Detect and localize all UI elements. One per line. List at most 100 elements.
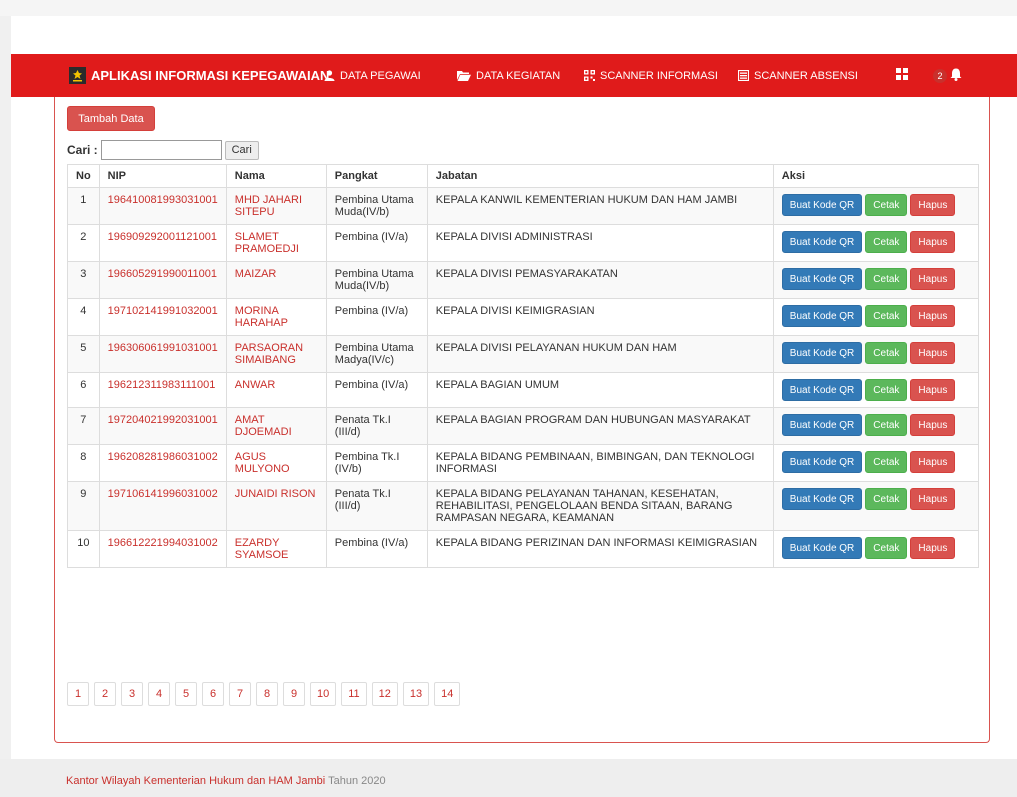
- header-no: No: [67, 164, 100, 188]
- cell-nip: 196212311983111001: [98, 372, 227, 408]
- print-button[interactable]: Cetak: [865, 379, 908, 401]
- page-link[interactable]: 8: [256, 682, 278, 706]
- page-link[interactable]: 5: [175, 682, 197, 706]
- cell-no: 1: [67, 187, 100, 225]
- nav-scanner-informasi[interactable]: SCANNER INFORMASI: [584, 54, 718, 97]
- delete-button[interactable]: Hapus: [910, 451, 956, 473]
- bell-icon: [950, 68, 962, 84]
- cell-nip-link[interactable]: 196208281986031002: [108, 451, 218, 463]
- cell-nama-link[interactable]: ANWAR: [235, 379, 276, 391]
- print-button[interactable]: Cetak: [865, 537, 908, 559]
- delete-button[interactable]: Hapus: [910, 537, 956, 559]
- cell-nama: MAIZAR: [225, 261, 327, 299]
- print-button[interactable]: Cetak: [865, 451, 908, 473]
- cell-nama-link[interactable]: SLAMET PRAMOEDJI: [235, 231, 299, 255]
- create-qr-button[interactable]: Buat Kode QR: [781, 379, 863, 401]
- create-qr-button[interactable]: Buat Kode QR: [781, 414, 863, 436]
- page-link[interactable]: 4: [148, 682, 170, 706]
- cell-nip-link[interactable]: 196410081993031001: [108, 194, 218, 206]
- search-button[interactable]: Cari: [224, 140, 259, 160]
- page-link[interactable]: 10: [310, 682, 337, 706]
- cell-jabatan: KEPALA BIDANG PERIZINAN DAN INFORMASI KE…: [435, 537, 758, 549]
- cell-nip-link[interactable]: 196306061991031001: [108, 342, 218, 354]
- page-link[interactable]: 12: [371, 682, 398, 706]
- create-qr-button[interactable]: Buat Kode QR: [781, 488, 863, 510]
- pagination: 1 2 3 4 5 6 7 8 9 10 11 12 13 14: [67, 682, 461, 706]
- cell-no: 4: [67, 298, 100, 336]
- page-link[interactable]: 14: [434, 682, 461, 706]
- page-link[interactable]: 6: [202, 682, 224, 706]
- cell-no: 10: [67, 530, 100, 568]
- cell-no: 2: [80, 231, 87, 243]
- cell-pangkat: Penata Tk.I (III/d): [334, 414, 391, 438]
- folder-open-icon: [457, 70, 471, 81]
- cell-nama-link[interactable]: MORINA HARAHAP: [235, 305, 288, 329]
- cell-nama-link[interactable]: AGUS MULYONO: [235, 451, 290, 475]
- notification-button[interactable]: 2: [933, 54, 962, 97]
- table-row: 3 196605291990011001 MAIZAR Pembina Utama M…: [67, 261, 980, 299]
- print-button[interactable]: Cetak: [865, 414, 908, 436]
- cell-nip-link[interactable]: 197106141996031002: [108, 488, 218, 500]
- search-input[interactable]: [100, 140, 222, 160]
- page-link[interactable]: 7: [229, 682, 251, 706]
- cell-nama-link[interactable]: MAIZAR: [235, 268, 277, 280]
- page-link[interactable]: 3: [121, 682, 143, 706]
- cell-nama-link[interactable]: PARSAORAN SIMAIBANG: [235, 342, 303, 366]
- print-button[interactable]: Cetak: [865, 305, 908, 327]
- grid-menu-button[interactable]: [896, 54, 908, 97]
- delete-button[interactable]: Hapus: [910, 342, 956, 364]
- cell-pangkat: Pembina (IV/a): [325, 530, 428, 568]
- cell-no: 6: [67, 372, 100, 408]
- cell-pangkat: Pembina (IV/a): [334, 231, 409, 243]
- delete-button[interactable]: Hapus: [910, 268, 956, 290]
- left-gutter: [0, 16, 11, 759]
- cell-aksi: Buat Kode QR Cetak Hapus: [772, 224, 980, 262]
- create-qr-button[interactable]: Buat Kode QR: [781, 342, 863, 364]
- cell-nip-link[interactable]: 196612221994031002: [108, 537, 218, 549]
- create-qr-button[interactable]: Buat Kode QR: [781, 268, 863, 290]
- print-button[interactable]: Cetak: [865, 342, 908, 364]
- print-button[interactable]: Cetak: [865, 231, 908, 253]
- cell-nama-link[interactable]: JUNAIDI RISON: [235, 488, 316, 500]
- cell-nip-link[interactable]: 196909292001121001: [108, 231, 217, 243]
- page-link[interactable]: 2: [94, 682, 116, 706]
- cell-no: 7: [67, 407, 100, 445]
- nav-data-kegiatan[interactable]: DATA KEGIATAN: [457, 54, 560, 97]
- page-link[interactable]: 9: [283, 682, 305, 706]
- table-body: 1 196410081993031001 MHD JAHARI SITEPU Pemb…: [67, 187, 980, 568]
- create-qr-button[interactable]: Buat Kode QR: [781, 231, 863, 253]
- notification-badge: 2: [933, 68, 947, 83]
- table-row: 7 197204021992031001 AMAT DJOEMADI Penata T…: [67, 407, 980, 445]
- app-brand[interactable]: APLIKASI INFORMASI KEPEGAWAIAN: [69, 54, 329, 97]
- delete-button[interactable]: Hapus: [910, 231, 956, 253]
- search-label: Cari :: [67, 143, 98, 157]
- footer-org: Kantor Wilayah Kementerian Hukum dan HAM…: [66, 775, 326, 787]
- cell-nama-link[interactable]: MHD JAHARI SITEPU: [235, 194, 302, 218]
- page-link[interactable]: 11: [341, 682, 367, 706]
- cell-nip-link[interactable]: 196212311983111001: [108, 379, 216, 391]
- cell-nama-link[interactable]: AMAT DJOEMADI: [235, 414, 292, 438]
- nav-data-pegawai[interactable]: DATA PEGAWAI: [324, 54, 421, 97]
- create-qr-button[interactable]: Buat Kode QR: [781, 305, 863, 327]
- add-data-button[interactable]: Tambah Data: [67, 106, 155, 131]
- create-qr-button[interactable]: Buat Kode QR: [781, 537, 863, 559]
- delete-button[interactable]: Hapus: [910, 488, 956, 510]
- create-qr-button[interactable]: Buat Kode QR: [781, 194, 863, 216]
- delete-button[interactable]: Hapus: [910, 414, 956, 436]
- print-button[interactable]: Cetak: [865, 488, 908, 510]
- cell-nip-link[interactable]: 196605291990011001: [108, 268, 217, 280]
- nav-scanner-absensi[interactable]: SCANNER ABSENSI: [738, 54, 858, 97]
- print-button[interactable]: Cetak: [865, 194, 908, 216]
- page-link[interactable]: 1: [67, 682, 89, 706]
- cell-nip-link[interactable]: 197204021992031001: [108, 414, 218, 426]
- delete-button[interactable]: Hapus: [910, 305, 956, 327]
- delete-button[interactable]: Hapus: [910, 194, 956, 216]
- delete-button[interactable]: Hapus: [910, 379, 956, 401]
- print-button[interactable]: Cetak: [865, 268, 908, 290]
- create-qr-button[interactable]: Buat Kode QR: [781, 451, 863, 473]
- cell-aksi: Buat Kode QR Cetak Hapus: [772, 481, 980, 531]
- page-link[interactable]: 13: [402, 682, 430, 706]
- cell-nama-link[interactable]: EZARDY SYAMSOE: [235, 537, 289, 561]
- cell-nip-link[interactable]: 197102141991032001: [108, 305, 218, 317]
- cell-pangkat: Penata Tk.I (III/d): [325, 481, 428, 531]
